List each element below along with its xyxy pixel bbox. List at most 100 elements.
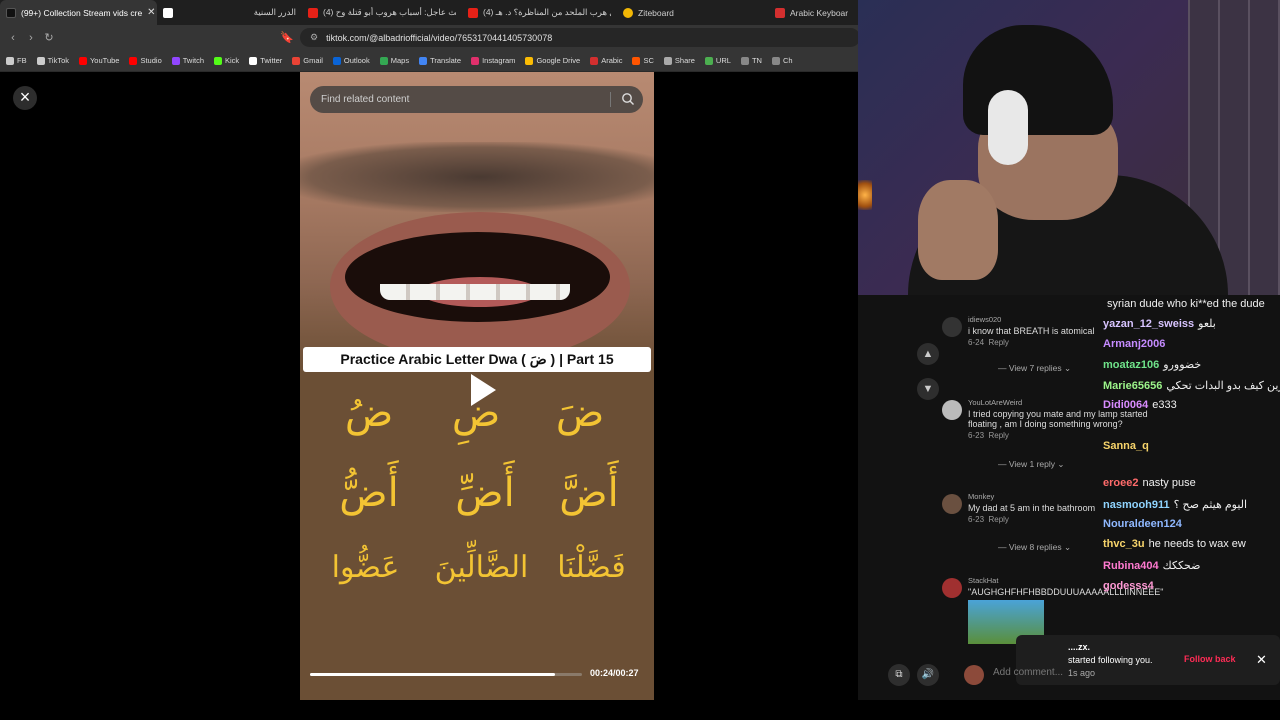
add-comment-input[interactable]: Add comment...	[993, 667, 1263, 685]
bookmark-item[interactable]: FB	[6, 56, 27, 65]
tab[interactable]: الدرر السنية	[252, 0, 302, 25]
video-progress-bar[interactable]	[310, 673, 582, 676]
candle	[858, 180, 872, 210]
volume-icon[interactable]: 🔊	[917, 664, 939, 686]
headphones	[988, 90, 1028, 165]
chat-username[interactable]: nasmooh911	[1103, 499, 1170, 511]
site-settings-icon[interactable]: ⚙	[310, 32, 318, 43]
view-replies[interactable]: — View 8 replies ⌄	[998, 542, 1071, 553]
bookmark-item[interactable]: Twitch	[171, 56, 204, 65]
tab-active[interactable]: (99+) Collection Stream vids cre ✕	[0, 0, 157, 25]
bookmark-label: Maps	[390, 56, 410, 65]
close-tab-icon[interactable]: ✕	[147, 7, 155, 18]
bottom-bar	[0, 700, 1280, 720]
chat-username[interactable]: moataz106	[1103, 359, 1159, 371]
previous-video-icon[interactable]: ▲	[917, 343, 939, 365]
url-field[interactable]: ⚙ tiktok.com/@albadriofficial/video/7653…	[300, 28, 860, 47]
reply-link[interactable]: Reply	[988, 338, 1008, 347]
bookmark-item[interactable]: Google Drive	[525, 56, 580, 65]
bookmark-label: Studio	[140, 56, 162, 65]
bookmark-item[interactable]: YouTube	[78, 56, 120, 65]
view-replies[interactable]: — View 7 replies ⌄	[998, 363, 1071, 374]
chat-text: اليوم هيثم صح ؟	[1173, 499, 1248, 511]
tab[interactable]: Ziteboard	[617, 0, 769, 25]
bookmark-item[interactable]: Gmail	[292, 56, 323, 65]
forward-icon[interactable]: ›	[22, 32, 40, 44]
chat-message: Marie65656 زين كيف بدو البدات تحكي	[1103, 379, 1280, 392]
bookmark-item[interactable]: Outlook	[332, 56, 370, 65]
bookmark-item[interactable]: URL	[704, 56, 731, 65]
search-icon[interactable]	[621, 92, 635, 106]
chat-message: yazan_12_sweiss بلعو	[1103, 317, 1216, 330]
search-placeholder: Find related content	[321, 94, 410, 105]
chat-text: syrian dude who ki**ed the dude	[1107, 298, 1265, 310]
avatar[interactable]	[942, 578, 962, 598]
chat-username[interactable]: Nouraldeen124	[1103, 518, 1182, 530]
tab[interactable]: Arabic Keyboar	[769, 0, 854, 25]
bookmark-item[interactable]: Instagram	[471, 56, 515, 65]
chat-username[interactable]: eroee2	[1103, 477, 1138, 489]
tab-label: (4) هل هرب الملحد من المناظرة؟ د. هـ	[483, 7, 611, 17]
bookmark-label: FB	[17, 56, 27, 65]
tab[interactable]: (4) هل هرب الملحد من المناظرة؟ د. هـ	[462, 0, 617, 25]
avatar[interactable]	[942, 494, 962, 514]
bookmark-item[interactable]: Translate	[419, 56, 461, 65]
next-video-icon[interactable]: ▼	[917, 378, 939, 400]
bookmark-item[interactable]: TikTok	[36, 56, 69, 65]
follower-name: ....zx.	[1068, 642, 1091, 652]
bookmark-item[interactable]: Studio	[129, 56, 162, 65]
bookmark-item[interactable]: Arabic	[590, 56, 622, 65]
reply-link[interactable]: Reply	[988, 515, 1008, 524]
follow-text: started following you.	[1068, 655, 1153, 665]
comment-date: 6-23	[968, 431, 985, 440]
chat-username[interactable]: Armanj2006	[1103, 338, 1165, 350]
arabic-letter: ضَ	[555, 390, 605, 436]
bookmark-item[interactable]: SC	[632, 56, 654, 65]
video-viewer: × Find related content Practice Arabic L…	[0, 72, 858, 700]
bookmark-item[interactable]: Twitter	[249, 56, 282, 65]
reload-icon[interactable]: ↻	[40, 31, 58, 44]
bookmark-icon	[771, 56, 780, 65]
bookmark-item[interactable]: Maps	[379, 56, 410, 65]
bookmark-icon[interactable]: 🔖	[278, 31, 296, 44]
youtube-icon	[468, 7, 478, 18]
close-icon[interactable]: ✕	[1256, 652, 1267, 668]
chat-username[interactable]: Sanna_q	[1103, 440, 1149, 452]
chat-username[interactable]: Rubina404	[1103, 560, 1159, 572]
video-player[interactable]: Find related content Practice Arabic Let…	[300, 72, 654, 700]
reply-link[interactable]: Reply	[988, 431, 1008, 440]
bookmark-item[interactable]: TN	[740, 56, 762, 65]
bookmark-icon	[78, 56, 87, 65]
chat-username[interactable]: godesss4	[1103, 580, 1154, 592]
close-icon[interactable]: ×	[13, 86, 37, 110]
chat-username[interactable]: thvc_3u	[1103, 538, 1145, 550]
chat-username[interactable]: Didi0064	[1103, 399, 1148, 411]
follow-back-button[interactable]: Follow back	[1184, 654, 1236, 664]
bookmark-item[interactable]: Share	[663, 56, 695, 65]
chat-message: moataz106 خضوورو	[1103, 358, 1201, 371]
tab[interactable]	[157, 0, 252, 25]
chat-username[interactable]: Marie65656	[1103, 380, 1162, 392]
bookmark-label: YouTube	[89, 56, 120, 65]
chat-text: زين كيف بدو البدات تحكي	[1166, 380, 1280, 392]
back-icon[interactable]: ‹	[4, 32, 22, 44]
arabic-word: فَضَّلْنَا	[557, 550, 626, 585]
avatar[interactable]	[942, 317, 962, 337]
view-replies[interactable]: — View 1 reply ⌄	[998, 459, 1065, 470]
bookmark-label: Kick	[225, 56, 240, 65]
avatar[interactable]	[942, 400, 962, 420]
bookmark-label: Arabic	[601, 56, 623, 65]
bookmark-label: TikTok	[47, 56, 69, 65]
chat-message: Didi0064 e333	[1103, 399, 1177, 411]
tab[interactable]: (4) بث عاجل: أسباب هروب أبو قتلة وح	[302, 0, 462, 25]
chat-username[interactable]: yazan_12_sweiss	[1103, 318, 1194, 330]
browser-tab-bar: (99+) Collection Stream vids cre ✕ الدرر…	[0, 0, 858, 25]
arabic-word: عَضُّوا	[331, 550, 400, 585]
bookmark-item[interactable]: Kick	[214, 56, 239, 65]
bookmark-item[interactable]: Ch	[771, 56, 793, 65]
chat-message: thvc_3u he needs to wax ew	[1103, 538, 1246, 550]
related-search-input[interactable]: Find related content	[310, 86, 643, 113]
bookmark-icon	[292, 56, 301, 65]
picture-in-picture-icon[interactable]: ⧉	[888, 664, 910, 686]
arabic-letter: ضُ	[344, 390, 394, 436]
